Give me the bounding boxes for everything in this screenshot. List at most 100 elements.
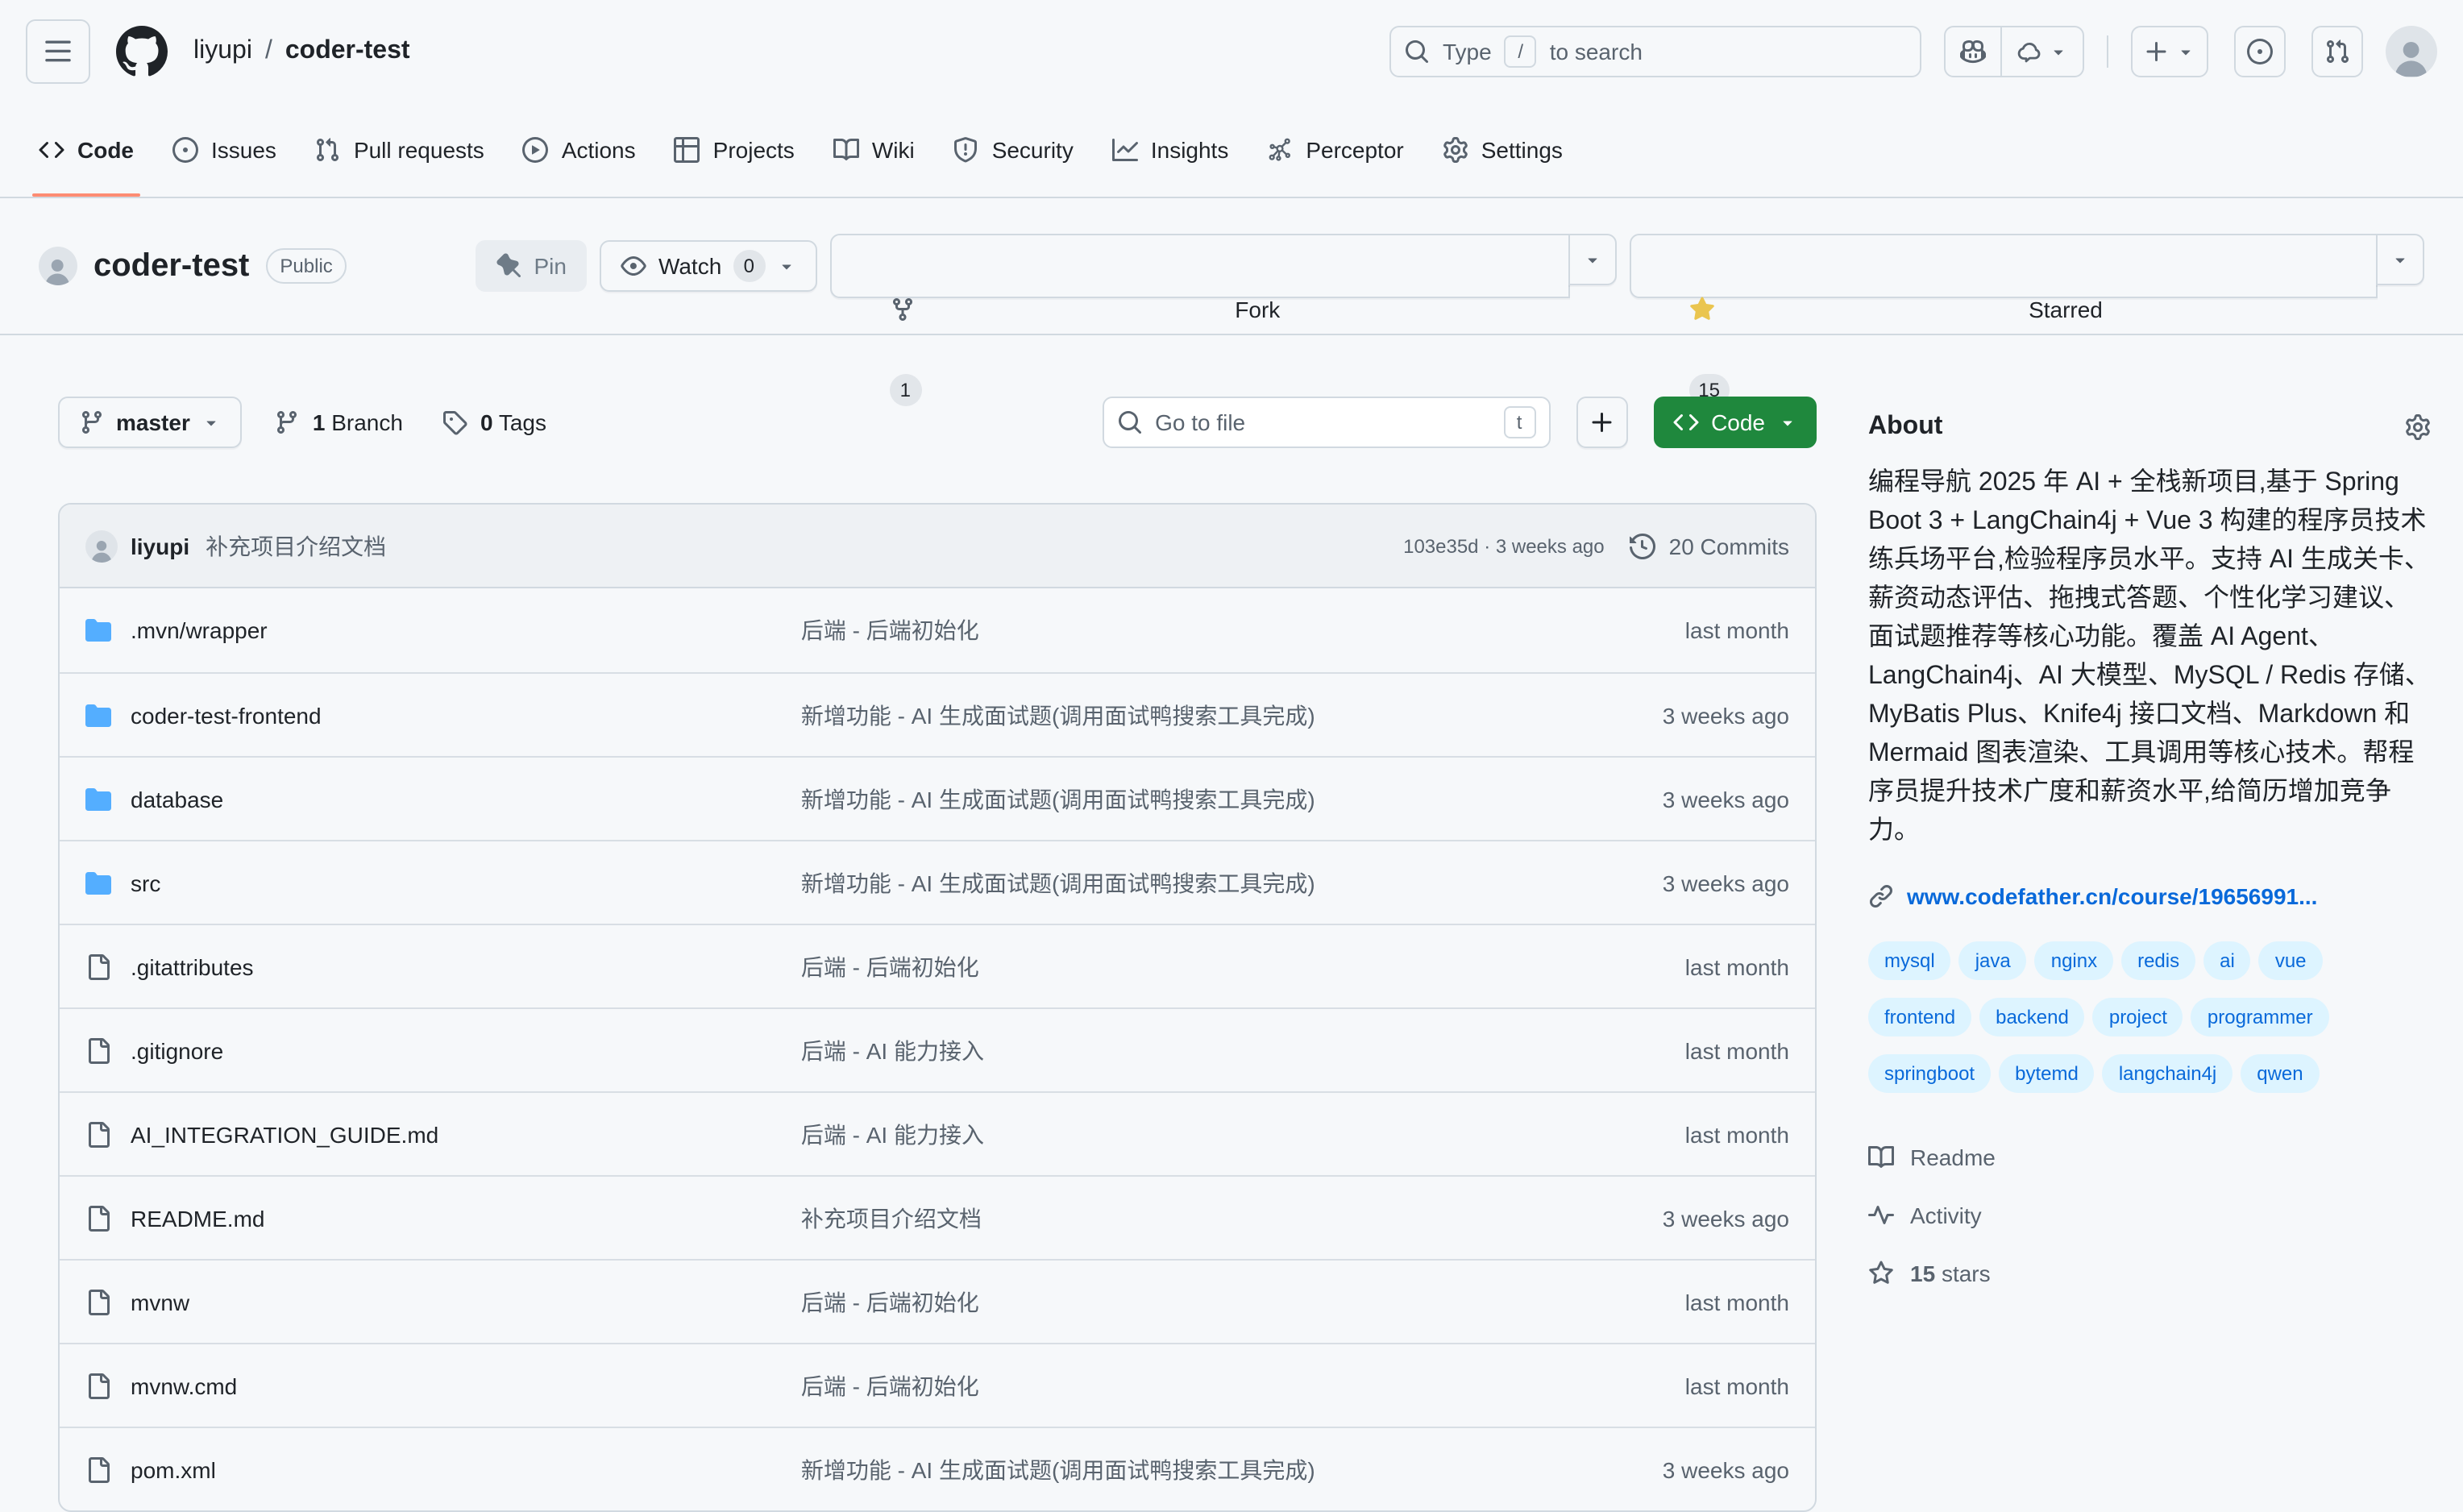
topic-pill[interactable]: langchain4j [2103,1054,2232,1093]
tab-insights[interactable]: Insights [1093,103,1248,197]
row-commit-message[interactable]: 新增功能 - AI 生成面试题(调用面试鸭搜索工具完成) [801,1453,1448,1485]
github-logo-icon[interactable] [116,26,168,77]
file-name[interactable]: src [131,870,160,895]
copilot-chat-button[interactable] [2000,27,2083,76]
file-name[interactable]: README.md [131,1205,264,1231]
go-to-file-input[interactable]: Go to file t [1102,397,1550,448]
row-commit-time: last month [1448,1289,1789,1315]
commit-author-avatar[interactable] [85,530,118,562]
repo-meta-list: Readme Activity 15 stars [1868,1144,2431,1286]
row-commit-message[interactable]: 补充项目介绍文档 [801,1202,1448,1234]
tab-label: Code [77,137,134,163]
tab-perceptor[interactable]: Perceptor [1248,103,1423,197]
topic-pill[interactable]: backend [1979,998,2085,1036]
row-commit-message[interactable]: 新增功能 - AI 生成面试题(调用面试鸭搜索工具完成) [801,783,1448,815]
tab-issues[interactable]: Issues [153,103,296,197]
file-name[interactable]: pom.xml [131,1456,216,1482]
row-commit-message[interactable]: 后端 - 后端初始化 [801,950,1448,982]
tab-pull-requests[interactable]: Pull requests [296,103,504,197]
readme-link[interactable]: Readme [1868,1144,2431,1170]
commit-history-link[interactable]: 20 Commits [1630,533,1789,559]
add-file-button[interactable] [1576,397,1627,448]
topic-pill[interactable]: springboot [1868,1054,1991,1093]
commit-author[interactable]: liyupi [131,533,189,559]
table-row[interactable]: src 新增功能 - AI 生成面试题(调用面试鸭搜索工具完成) 3 weeks… [60,840,1815,924]
repo-owner-avatar[interactable] [39,247,77,285]
user-avatar[interactable] [2386,26,2437,77]
branch-selector-button[interactable]: master [58,397,242,448]
table-row[interactable]: .gitattributes 后端 - 后端初始化 last month [60,924,1815,1007]
tab-code[interactable]: Code [19,103,153,197]
file-name[interactable]: mvnw.cmd [131,1373,237,1398]
row-commit-message[interactable]: 新增功能 - AI 生成面试题(调用面试鸭搜索工具完成) [801,866,1448,899]
topic-pill[interactable]: vue [2259,941,2323,980]
table-row[interactable]: .gitignore 后端 - AI 能力接入 last month [60,1007,1815,1091]
table-row[interactable]: pom.xml 新增功能 - AI 生成面试题(调用面试鸭搜索工具完成) 3 w… [60,1427,1815,1510]
pin-button[interactable]: Pin [476,240,588,292]
person-icon [43,255,73,285]
row-commit-message[interactable]: 后端 - 后端初始化 [801,614,1448,646]
breadcrumb-repo[interactable]: coder-test [285,37,410,66]
fork-button[interactable]: Fork1 [829,234,1569,298]
stars-link[interactable]: 15 stars [1868,1261,2431,1286]
table-row[interactable]: AI_INTEGRATION_GUIDE.md 后端 - AI 能力接入 las… [60,1091,1815,1175]
tab-settings[interactable]: Settings [1423,103,1582,197]
commit-sha-time[interactable]: 103e35d · 3 weeks ago [1403,534,1605,557]
table-row[interactable]: coder-test-frontend 新增功能 - AI 生成面试题(调用面试… [60,672,1815,756]
topic-pill[interactable]: nginx [2035,941,2113,980]
tab-wiki[interactable]: Wiki [814,103,934,197]
star-dropdown-button[interactable] [2376,234,2424,285]
repo-name[interactable]: coder-test [93,247,249,285]
chevron-down-icon [2176,42,2195,61]
table-row[interactable]: mvnw.cmd 后端 - 后端初始化 last month [60,1343,1815,1427]
file-name[interactable]: database [131,786,223,812]
topic-pill[interactable]: mysql [1868,941,1951,980]
table-row[interactable]: mvnw 后端 - 后端初始化 last month [60,1259,1815,1343]
topic-pill[interactable]: bytemd [1999,1054,2095,1093]
row-commit-message[interactable]: 后端 - 后端初始化 [801,1286,1448,1318]
file-name[interactable]: .gitignore [131,1037,223,1063]
tab-actions[interactable]: Actions [504,103,655,197]
tab-projects[interactable]: Projects [655,103,814,197]
topic-pill[interactable]: ai [2203,941,2251,980]
row-commit-time: last month [1448,953,1789,979]
topic-pill[interactable]: project [2093,998,2183,1036]
table-row[interactable]: .mvn/wrapper 后端 - 后端初始化 last month [60,588,1815,672]
row-commit-message[interactable]: 后端 - AI 能力接入 [801,1034,1448,1066]
row-commit-message[interactable]: 新增功能 - AI 生成面试题(调用面试鸭搜索工具完成) [801,699,1448,731]
row-commit-message[interactable]: 后端 - AI 能力接入 [801,1118,1448,1150]
issues-dashboard-button[interactable] [2234,26,2286,77]
repo-website-link[interactable]: www.codefather.cn/course/19656991... [1907,883,2317,909]
topic-pill[interactable]: java [1959,941,2027,980]
search-input[interactable]: Type / to search [1389,26,1921,77]
hamburger-menu-button[interactable] [26,19,90,84]
topic-pill[interactable]: redis [2121,941,2195,980]
starred-button[interactable]: Starred15 [1629,234,2378,298]
file-name[interactable]: AI_INTEGRATION_GUIDE.md [131,1121,438,1147]
row-commit-message[interactable]: 后端 - 后端初始化 [801,1369,1448,1402]
copilot-button[interactable] [1946,27,2000,76]
table-row[interactable]: database 新增功能 - AI 生成面试题(调用面试鸭搜索工具完成) 3 … [60,756,1815,840]
topic-pill[interactable]: qwen [2241,1054,2319,1093]
book-icon [1868,1144,1894,1170]
topic-pill[interactable]: programmer [2191,998,2329,1036]
ref-info: 1 Branch 0 Tags [274,409,546,435]
file-name[interactable]: mvnw [131,1289,189,1315]
branches-link[interactable]: 1 Branch [274,409,403,435]
pull-requests-dashboard-button[interactable] [2311,26,2363,77]
code-dropdown-button[interactable]: Code [1653,397,1817,448]
activity-link[interactable]: Activity [1868,1203,2431,1228]
topic-pill[interactable]: frontend [1868,998,1971,1036]
tags-link[interactable]: 0 Tags [442,409,546,435]
table-row[interactable]: README.md 补充项目介绍文档 3 weeks ago [60,1175,1815,1259]
watch-button[interactable]: Watch0 [600,240,816,292]
fork-dropdown-button[interactable] [1568,234,1616,285]
file-name[interactable]: .mvn/wrapper [131,617,268,643]
tab-security[interactable]: Security [934,103,1093,197]
create-new-button[interactable] [2131,26,2208,77]
file-name[interactable]: .gitattributes [131,953,254,979]
edit-repo-details-button[interactable] [2405,414,2431,440]
breadcrumb-owner[interactable]: liyupi [193,37,252,66]
file-name[interactable]: coder-test-frontend [131,702,322,728]
latest-commit-message[interactable]: 补充项目介绍文档 [206,530,386,562]
